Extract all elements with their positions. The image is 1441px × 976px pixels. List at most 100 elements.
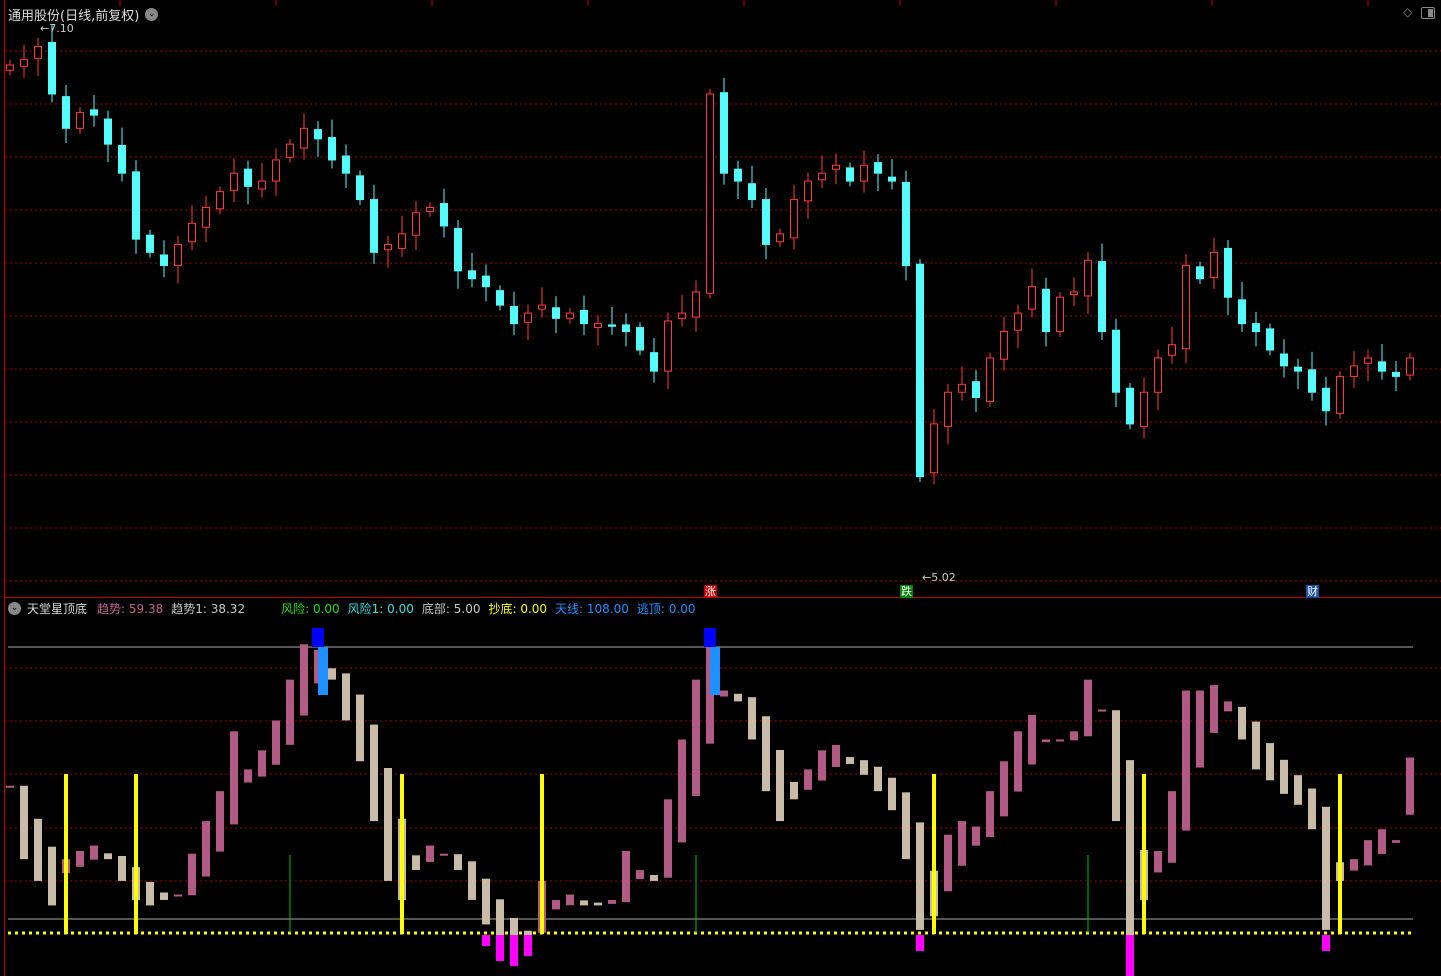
- candle-body: [370, 199, 378, 253]
- candle-body: [160, 254, 168, 267]
- diamond-icon[interactable]: ◇: [1403, 5, 1412, 19]
- trend-bar: [20, 785, 28, 860]
- event-marker[interactable]: 涨: [704, 585, 717, 598]
- candle-body: [216, 191, 224, 210]
- candle-body: [398, 233, 406, 249]
- trend-bar: [1350, 859, 1358, 871]
- trend-bar: [76, 851, 84, 867]
- candle-body: [1000, 331, 1008, 360]
- candle-body: [1308, 369, 1316, 393]
- trend-bar: [1378, 829, 1386, 855]
- trend-bar: [1238, 706, 1246, 740]
- candle-body: [1224, 247, 1232, 298]
- trend-bar: [1210, 685, 1218, 733]
- risk-bar: [496, 935, 504, 961]
- panel-toggle-icon[interactable]: [1421, 7, 1435, 19]
- event-marker[interactable]: 跌: [900, 585, 913, 598]
- trend-bar: [1280, 759, 1288, 794]
- chevron-down-icon[interactable]: ⌄: [145, 8, 159, 21]
- trend-bar: [790, 781, 798, 800]
- candle-body: [734, 168, 742, 182]
- trend-bar: [1182, 690, 1190, 831]
- candle-body: [608, 324, 616, 327]
- buy-signal-line: [1338, 774, 1342, 934]
- candle-body: [776, 233, 784, 243]
- risk-bar: [1126, 935, 1134, 976]
- candle-body: [426, 206, 434, 212]
- trend-bar: [832, 744, 840, 767]
- legend-item: 底部: 5.00: [421, 602, 481, 616]
- chevron-down-icon[interactable]: ⌄: [8, 602, 21, 615]
- candle-body: [1126, 387, 1134, 425]
- trend-bar: [720, 690, 728, 697]
- trend-bar: [1098, 709, 1106, 712]
- escape-top-bar: [318, 647, 328, 695]
- trend-bar: [1042, 739, 1050, 743]
- trend-bar: [944, 834, 952, 892]
- legend-item: 逃顶: 0.00: [636, 602, 696, 616]
- trend-bar: [1308, 788, 1316, 830]
- trend-bar: [230, 731, 238, 825]
- candle-body: [356, 175, 364, 201]
- trend-bar: [370, 724, 378, 822]
- candle-body: [622, 324, 630, 333]
- trend-bar: [650, 875, 658, 881]
- trend-bar: [664, 799, 672, 878]
- candle-body: [874, 162, 882, 174]
- trend-bar: [1000, 761, 1008, 817]
- trend-bar: [748, 697, 756, 740]
- candle-body: [664, 320, 672, 372]
- candle-body: [1252, 323, 1260, 333]
- trend-bar: [874, 766, 882, 792]
- trend-bar: [818, 750, 826, 781]
- trend-bar: [34, 818, 42, 881]
- trend-bar: [594, 902, 602, 906]
- candle-body: [1042, 288, 1050, 333]
- trend-bar: [1154, 851, 1162, 873]
- trend-bar: [244, 769, 252, 783]
- candle-body: [636, 327, 644, 351]
- candle-body: [1294, 366, 1302, 372]
- trend-bar: [300, 644, 308, 716]
- risk-bar: [524, 935, 532, 956]
- legend-item: 风险1: 0.00: [347, 602, 414, 616]
- candle-body: [762, 199, 770, 245]
- candle-body: [1182, 265, 1190, 350]
- candle-body: [34, 45, 42, 59]
- candle-body: [328, 137, 336, 161]
- candle-body: [202, 206, 210, 228]
- candle-body: [748, 183, 756, 201]
- candle-body: [342, 155, 350, 174]
- candle-body: [1014, 312, 1022, 331]
- trend-bar: [384, 767, 392, 881]
- candle-body: [650, 352, 658, 372]
- trend-bar: [1322, 806, 1330, 930]
- candle-body: [468, 270, 476, 280]
- trend-bar: [1294, 775, 1302, 805]
- candle-body: [6, 64, 14, 71]
- candle-body: [1406, 357, 1414, 376]
- trend-bar: [1070, 731, 1078, 741]
- panel-divider[interactable]: [4, 597, 1441, 598]
- trend-bar: [188, 853, 196, 896]
- buy-signal-line: [134, 774, 138, 934]
- legend-item: 天线: 108.00: [555, 602, 629, 616]
- candle-body: [1070, 291, 1078, 296]
- candle-body: [888, 176, 896, 182]
- candle-body: [902, 181, 910, 267]
- candle-body: [538, 304, 546, 310]
- event-marker[interactable]: 财: [1306, 585, 1319, 598]
- candle-body: [1028, 286, 1036, 310]
- trend-bar: [1056, 739, 1064, 742]
- trend-bar: [580, 900, 588, 906]
- trend-bar: [6, 785, 14, 788]
- chart-title[interactable]: 通用股份(日线,前复权) ⌄: [8, 5, 159, 24]
- trend-bar: [1392, 840, 1400, 843]
- candle-body: [1350, 365, 1358, 377]
- chart-canvas[interactable]: [0, 0, 1441, 976]
- candle-body: [244, 168, 252, 187]
- candle-body: [1168, 344, 1176, 356]
- trend-bar: [636, 870, 644, 880]
- candle-body: [832, 164, 840, 170]
- trend-bar: [972, 826, 980, 846]
